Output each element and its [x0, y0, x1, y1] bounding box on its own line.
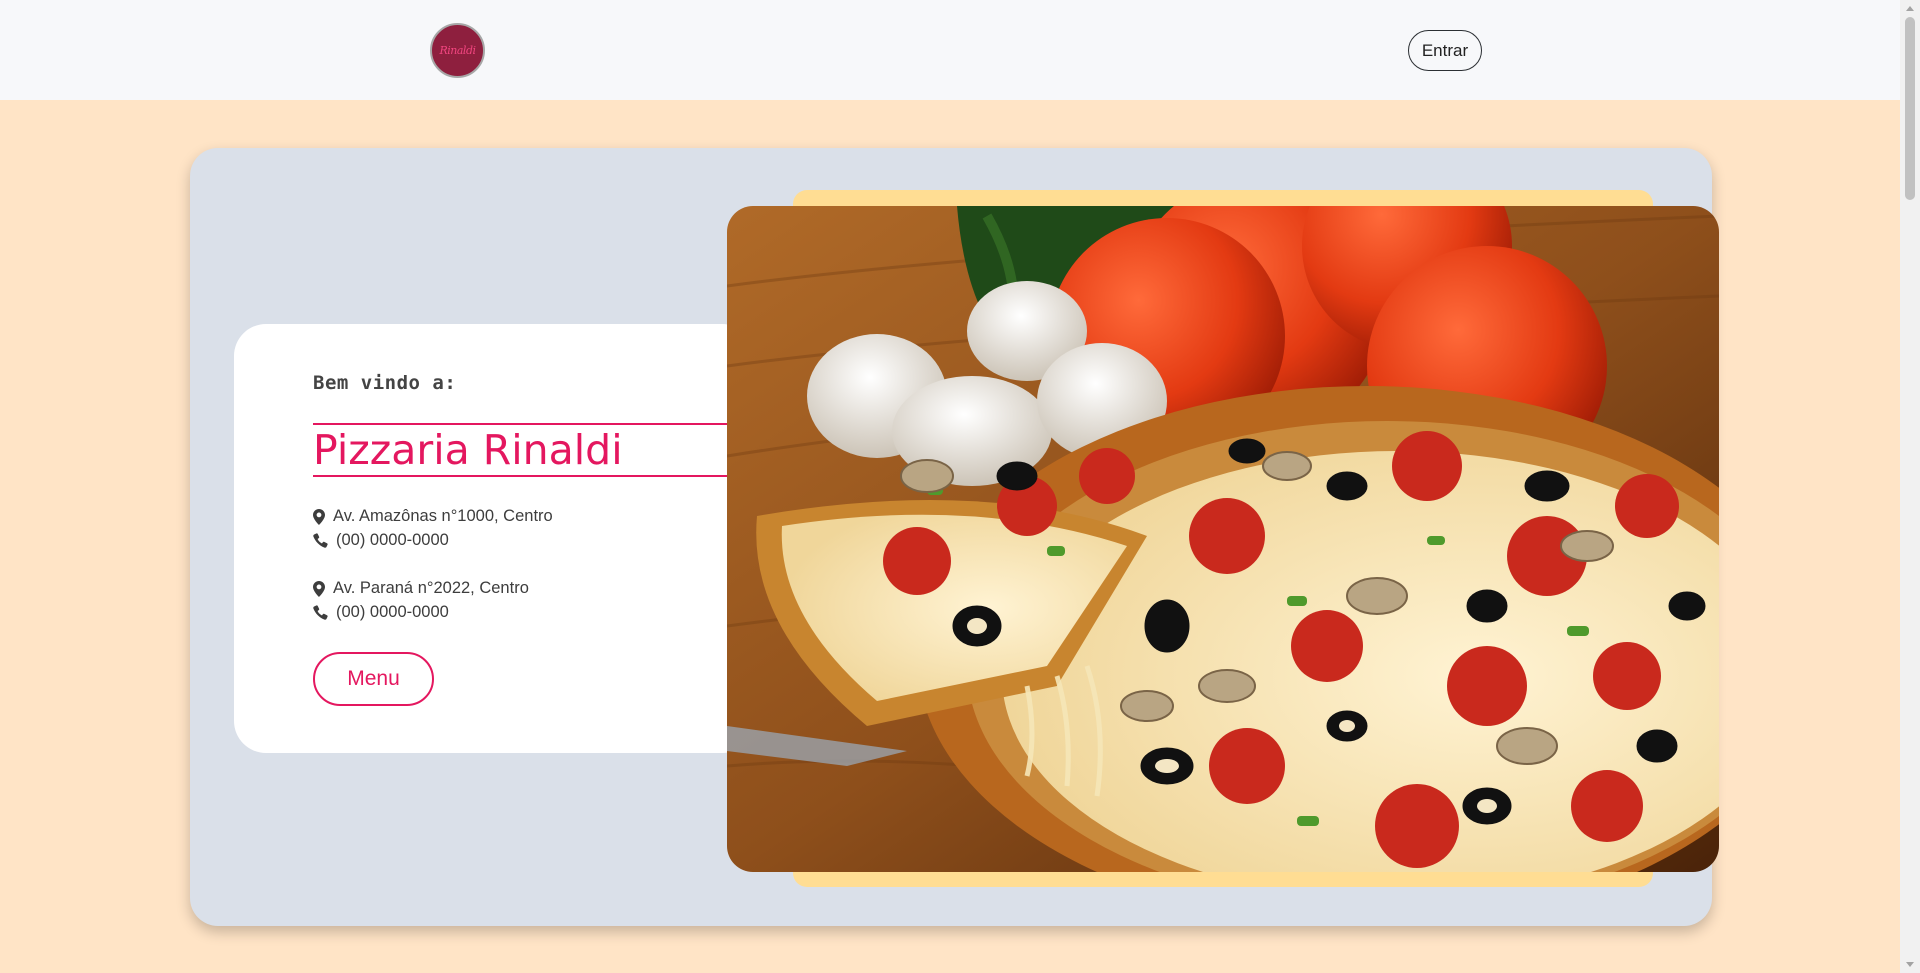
welcome-text: Bem vindo a:	[313, 372, 457, 394]
page-title: Pizzaria Rinaldi	[313, 423, 733, 477]
address-text: Av. Paraná n°2022, Centro	[333, 579, 529, 597]
phone-text: (00) 0000-0000	[336, 603, 449, 621]
menu-button[interactable]: Menu	[313, 652, 434, 706]
pizza-hero-image	[727, 206, 1719, 872]
scroll-up-arrow-icon[interactable]	[1906, 6, 1914, 11]
logo-text: Rinaldi	[439, 44, 476, 57]
address-text: Av. Amazônas n°1000, Centro	[333, 507, 553, 525]
navbar: Rinaldi Entrar	[0, 0, 1900, 100]
map-pin-icon	[313, 580, 325, 597]
map-pin-icon	[313, 508, 325, 525]
phone-text: (00) 0000-0000	[336, 531, 449, 549]
address-line-1: Av. Amazônas n°1000, Centro	[313, 507, 553, 526]
phone-line-2: (00) 0000-0000	[313, 603, 449, 622]
login-button[interactable]: Entrar	[1408, 30, 1482, 71]
info-card	[234, 324, 754, 753]
scroll-thumb[interactable]	[1905, 17, 1915, 200]
phone-icon	[313, 605, 328, 620]
phone-icon	[313, 533, 328, 548]
address-line-2: Av. Paraná n°2022, Centro	[313, 579, 529, 598]
scrollbar[interactable]	[1900, 0, 1920, 973]
scroll-down-arrow-icon[interactable]	[1906, 962, 1914, 967]
brand-logo[interactable]: Rinaldi	[430, 23, 485, 78]
phone-line-1: (00) 0000-0000	[313, 531, 449, 550]
